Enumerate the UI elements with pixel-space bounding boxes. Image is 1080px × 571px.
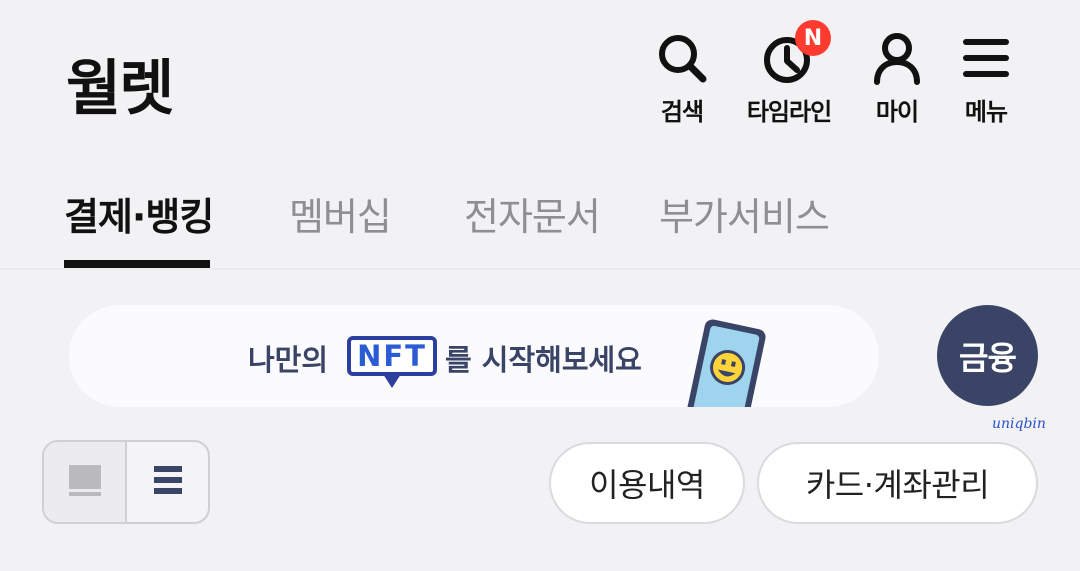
- menu-button[interactable]: 메뉴: [931, 30, 1041, 126]
- my-label: 마이: [875, 98, 919, 126]
- banner-text-before: 나만의: [248, 343, 329, 377]
- tab-divider: [0, 268, 1080, 270]
- tab-extra-services[interactable]: 부가서비스: [659, 186, 830, 241]
- list-view-icon: [152, 463, 184, 501]
- menu-icon: [958, 30, 1014, 86]
- timeline-button[interactable]: N 타임라인: [734, 20, 844, 126]
- view-toggle: [42, 440, 210, 524]
- tab-e-documents[interactable]: 전자문서: [464, 186, 601, 241]
- search-label: 검색: [660, 98, 704, 126]
- card-view-option[interactable]: [44, 442, 127, 522]
- search-button[interactable]: 검색: [627, 30, 737, 126]
- nft-highlight-badge: NFT: [347, 336, 437, 376]
- page-title: 월렛: [66, 54, 174, 124]
- nft-badge-tail: [383, 374, 401, 388]
- tab-payment-banking[interactable]: 결제·뱅킹: [64, 186, 214, 241]
- phone-smiley-illustration: [670, 315, 780, 411]
- timeline-label: 타임라인: [746, 98, 832, 126]
- card-view-icon: [67, 463, 103, 501]
- search-icon: [654, 30, 710, 86]
- tab-membership[interactable]: 멤버십: [289, 186, 392, 241]
- banner-text-after: 를 시작해보세요: [445, 343, 642, 377]
- watermark: uniqbin: [992, 416, 1046, 432]
- timeline-new-badge: N: [795, 20, 831, 56]
- active-tab-indicator: [64, 260, 210, 268]
- usage-history-button[interactable]: 이용내역: [549, 442, 745, 524]
- finance-button[interactable]: 금융: [937, 305, 1038, 406]
- card-account-manage-button[interactable]: 카드·계좌관리: [757, 442, 1038, 524]
- list-view-option[interactable]: [127, 442, 208, 522]
- menu-label: 메뉴: [964, 98, 1008, 126]
- person-icon: [869, 30, 925, 86]
